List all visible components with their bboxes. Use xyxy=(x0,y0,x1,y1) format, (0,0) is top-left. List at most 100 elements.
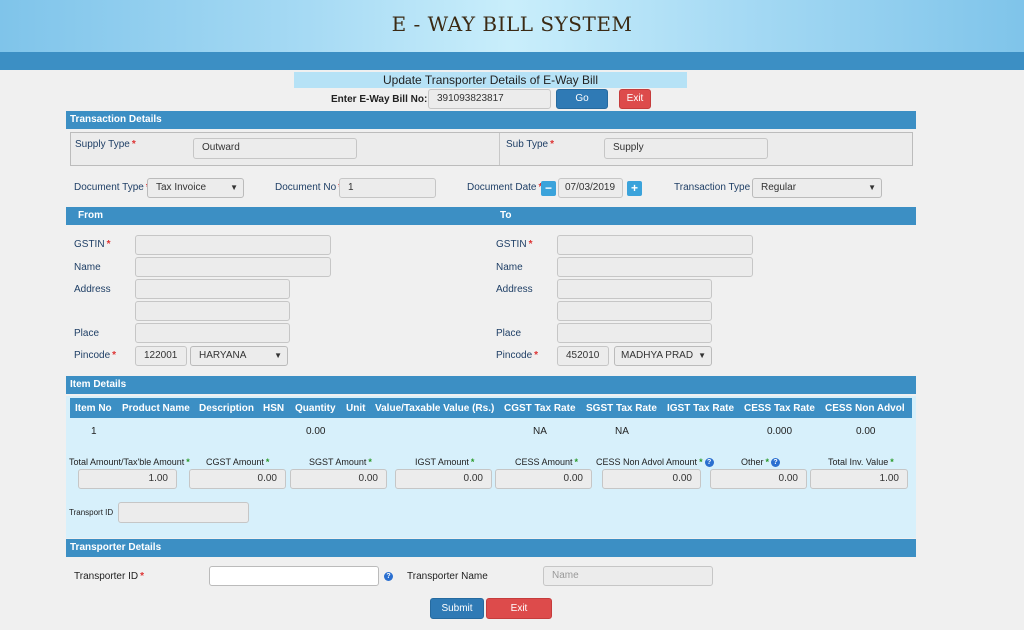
from-to-bar: From To xyxy=(66,207,916,225)
row-quantity: 0.00 xyxy=(306,426,326,437)
col-quantity: Quantity xyxy=(295,403,336,414)
transaction-details-bar: Transaction Details xyxy=(66,111,916,129)
col-cgst-rate: CGST Tax Rate xyxy=(504,403,576,414)
transporter-name-label: Transporter Name xyxy=(407,571,488,582)
chevron-down-icon: ▼ xyxy=(868,183,876,192)
col-sgst-rate: SGST Tax Rate xyxy=(586,403,657,414)
other-amount-field[interactable]: 0.00 xyxy=(710,469,807,489)
row-cgst: NA xyxy=(533,426,547,437)
col-description: Description xyxy=(199,403,255,414)
to-name-label: Name xyxy=(496,262,523,273)
date-increment-button[interactable]: + xyxy=(627,181,642,196)
to-name-field[interactable] xyxy=(557,257,753,277)
document-no-label: Document No* xyxy=(275,182,342,193)
from-title: From xyxy=(78,210,103,221)
ewb-no-input[interactable]: 391093823817 xyxy=(428,89,551,109)
transport-id-field[interactable] xyxy=(118,502,249,523)
col-igst-rate: IGST Tax Rate xyxy=(667,403,735,414)
document-date-field[interactable]: 07/03/2019 xyxy=(558,178,623,198)
row-sgst: NA xyxy=(615,426,629,437)
chevron-down-icon: ▼ xyxy=(698,351,706,360)
to-address-label: Address xyxy=(496,284,533,295)
from-name-label: Name xyxy=(74,262,101,273)
to-pincode-label: Pincode * xyxy=(496,350,539,361)
igst-amount-field[interactable]: 0.00 xyxy=(395,469,492,489)
from-name-field[interactable] xyxy=(135,257,331,277)
ewb-no-label: Enter E-Way Bill No: xyxy=(331,94,428,105)
chevron-down-icon: ▼ xyxy=(274,351,282,360)
col-hsn: HSN xyxy=(263,403,285,414)
transport-id-label: Transport ID xyxy=(69,508,114,517)
to-place-field[interactable] xyxy=(557,323,712,343)
from-address-line2[interactable] xyxy=(135,301,290,321)
exit-button[interactable]: Exit xyxy=(486,598,552,619)
page-title: Update Transporter Details of E-Way Bill xyxy=(294,72,687,88)
info-icon[interactable]: ? xyxy=(771,458,781,468)
row-cess-rate: 0.000 xyxy=(767,426,793,437)
col-cess-rate: CESS Tax Rate xyxy=(744,403,815,414)
cess-non-advol-amount-field[interactable]: 0.00 xyxy=(602,469,701,489)
divider xyxy=(499,133,500,165)
from-place-field[interactable] xyxy=(135,323,290,343)
from-gstin-field[interactable] xyxy=(135,235,331,255)
exit-top-button[interactable]: Exit xyxy=(619,89,651,109)
supply-type-field[interactable]: Outward xyxy=(193,138,357,159)
transaction-type-label: Transaction Type* xyxy=(674,182,756,193)
sub-type-field[interactable]: Supply xyxy=(604,138,768,159)
document-date-label: Document Date* xyxy=(467,182,542,193)
item-details-title: Item Details xyxy=(70,379,127,390)
cess-amount-field[interactable]: 0.00 xyxy=(495,469,592,489)
row-item-no: 1 xyxy=(91,426,97,437)
col-item-no: Item No xyxy=(75,403,112,414)
date-decrement-button[interactable]: − xyxy=(541,181,556,196)
to-address-line2[interactable] xyxy=(557,301,712,321)
transporter-details-title: Transporter Details xyxy=(70,542,162,553)
document-type-select[interactable]: Tax Invoice ▼ xyxy=(147,178,244,198)
supply-type-label: Supply Type * xyxy=(75,139,136,150)
document-type-label: Document Type* xyxy=(74,182,150,193)
transporter-id-input[interactable] xyxy=(209,566,379,586)
to-place-label: Place xyxy=(496,328,522,339)
cgst-amount-field[interactable]: 0.00 xyxy=(189,469,286,489)
transporter-details-bar: Transporter Details xyxy=(66,539,916,557)
total-inv-value-label: Total Inv. Value * xyxy=(828,457,894,467)
document-no-field[interactable]: 1 xyxy=(339,178,436,198)
submit-button[interactable]: Submit xyxy=(430,598,484,619)
total-amount-field[interactable]: 1.00 xyxy=(78,469,177,489)
transporter-id-label: Transporter ID * xyxy=(74,571,144,582)
row-cess-non-advol: 0.00 xyxy=(856,426,876,437)
from-place-label: Place xyxy=(74,328,100,339)
sub-type-label: Sub Type * xyxy=(506,139,554,150)
help-icon[interactable]: ? xyxy=(384,572,393,581)
cgst-amount-label: CGST Amount * xyxy=(206,457,270,467)
go-button[interactable]: Go xyxy=(556,89,608,109)
from-gstin-label: GSTIN * xyxy=(74,239,111,250)
from-address-label: Address xyxy=(74,284,111,295)
info-icon[interactable]: ? xyxy=(704,458,714,468)
sgst-amount-label: SGST Amount * xyxy=(309,457,372,467)
transaction-type-select[interactable]: Regular ▼ xyxy=(752,178,882,198)
to-pincode-field[interactable]: 452010 xyxy=(557,346,609,366)
sgst-amount-field[interactable]: 0.00 xyxy=(290,469,387,489)
col-unit: Unit xyxy=(346,403,366,414)
chevron-down-icon: ▼ xyxy=(230,183,238,192)
to-state-select[interactable]: MADHYA PRAD ▼ xyxy=(614,346,712,366)
to-gstin-label: GSTIN * xyxy=(496,239,533,250)
igst-amount-label: IGST Amount * xyxy=(415,457,475,467)
total-amount-label: Total Amount/Tax'ble Amount * xyxy=(69,457,190,467)
from-pincode-field[interactable]: 122001 xyxy=(135,346,187,366)
app-title: E - WAY BILL SYSTEM xyxy=(391,12,633,36)
other-amount-label: Other *? xyxy=(741,457,781,468)
header-banner: E - WAY BILL SYSTEM xyxy=(0,0,1024,52)
to-address-line1[interactable] xyxy=(557,279,712,299)
col-value: Value/Taxable Value (Rs.) xyxy=(375,403,495,414)
total-inv-value-field[interactable]: 1.00 xyxy=(810,469,908,489)
cess-amount-label: CESS Amount * xyxy=(515,457,579,467)
header-strip xyxy=(0,52,1024,70)
from-state-select[interactable]: HARYANA ▼ xyxy=(190,346,288,366)
cess-non-advol-amount-label: CESS Non Advol Amount *? xyxy=(596,457,714,468)
from-pincode-label: Pincode * xyxy=(74,350,117,361)
from-address-line1[interactable] xyxy=(135,279,290,299)
to-gstin-field[interactable] xyxy=(557,235,753,255)
transporter-name-field[interactable]: Name xyxy=(543,566,713,586)
